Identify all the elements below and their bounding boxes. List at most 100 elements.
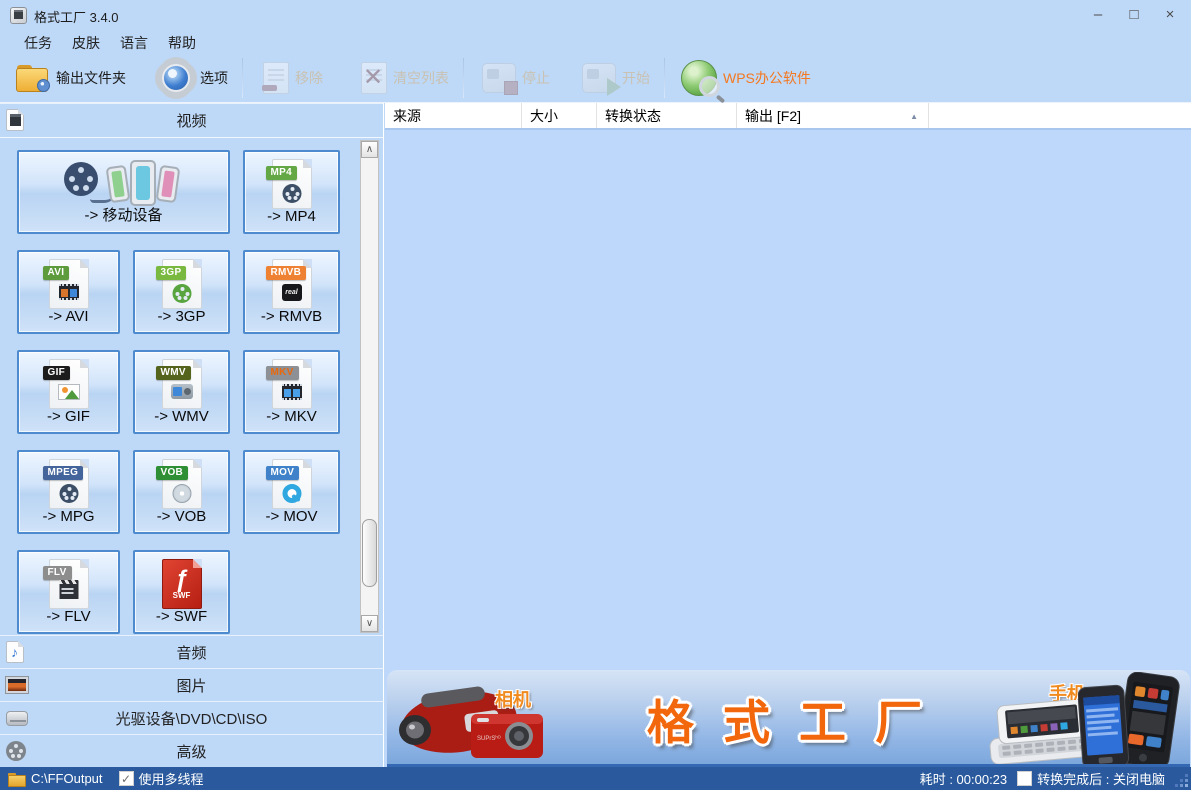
mp4-file-icon: MP4 — [264, 158, 320, 210]
format-button-rmvb[interactable]: RMVBreal -> RMVB — [243, 250, 340, 334]
menu-skin[interactable]: 皮肤 — [62, 30, 110, 54]
menu-language[interactable]: 语言 — [110, 30, 158, 54]
output-folder-icon — [16, 65, 50, 91]
resize-grip[interactable] — [1176, 775, 1188, 787]
mpg-file-icon: MPEG — [41, 458, 97, 510]
column-filler — [929, 103, 1191, 128]
options-gear-icon — [158, 60, 194, 96]
vob-file-icon: VOB — [154, 458, 210, 510]
format-button-mp4[interactable]: MP4 -> MP4 — [243, 150, 340, 234]
format-button-gif[interactable]: GIF -> GIF — [17, 350, 120, 434]
format-button-mpg[interactable]: MPEG -> MPG — [17, 450, 120, 534]
format-button-3gp[interactable]: 3GP -> 3GP — [133, 250, 230, 334]
multithread-label[interactable]: 使用多线程 — [139, 769, 204, 788]
column-status[interactable]: 转换状态 — [597, 103, 737, 128]
advanced-section-icon — [6, 741, 26, 761]
swf-file-icon: ƒ SWF — [154, 558, 210, 610]
menu-task[interactable]: 任务 — [14, 30, 62, 54]
3gp-file-icon: 3GP — [154, 258, 210, 310]
shutdown-checkbox[interactable] — [1017, 771, 1032, 786]
column-output[interactable]: 输出 [F2] ▲ — [737, 103, 929, 128]
stop-button[interactable]: 停止 — [474, 56, 558, 100]
remove-icon — [263, 62, 289, 94]
format-button-avi[interactable]: AVI -> AVI — [17, 250, 120, 334]
task-list-header: 来源 大小 转换状态 输出 [F2] ▲ — [385, 103, 1191, 130]
scroll-down-button[interactable]: ∨ — [361, 615, 378, 632]
multithread-checkbox[interactable]: ✓ — [119, 771, 134, 786]
rmvb-file-icon: RMVBreal — [264, 258, 320, 310]
format-button-vob[interactable]: VOB -> VOB — [133, 450, 230, 534]
compact-camera-image: SUPrSʰᴼ — [469, 708, 545, 760]
gif-file-icon: GIF — [41, 358, 97, 410]
menu-bar: 任务 皮肤 语言 帮助 — [0, 30, 1191, 54]
picture-section-icon — [6, 677, 28, 693]
wps-label: WPS办公软件 — [723, 68, 811, 88]
video-section-label: 视频 — [176, 110, 206, 131]
app-icon — [10, 7, 27, 24]
task-list-empty-area[interactable] — [385, 132, 1191, 670]
scrollbar-thumb[interactable] — [362, 519, 377, 587]
formats-scrollbar[interactable]: ∧ ∨ — [360, 140, 379, 633]
sidebar-section-video[interactable]: 视频 — [0, 103, 383, 136]
flv-file-icon: FLV — [41, 558, 97, 610]
output-path-folder-icon[interactable] — [8, 773, 24, 785]
clear-list-icon: ✕ — [361, 62, 387, 94]
smartphones-image — [1078, 672, 1190, 767]
title-bar: 格式工厂 3.4.0 – □ × — [0, 0, 1191, 30]
video-section-icon — [6, 109, 24, 131]
format-factory-logo: 格 式 工 厂 — [647, 684, 930, 753]
toolbar: 输出文件夹 选项 移除 ✕ 清空列表 停止 开始 WPS办公软件 — [0, 54, 1191, 103]
format-button-flv[interactable]: FLV -> FLV — [17, 550, 120, 634]
advanced-section-label: 高级 — [176, 741, 206, 762]
mov-file-icon: MOV — [264, 458, 320, 510]
wps-office-button[interactable]: WPS办公软件 — [673, 56, 819, 100]
status-bar: C:\FFOutput ✓ 使用多线程 耗时 : 00:00:23 转换完成后 … — [0, 767, 1191, 790]
format-button-mkv[interactable]: MKV -> MKV — [243, 350, 340, 434]
toolbar-separator — [463, 58, 464, 98]
svg-text:SUPrSʰᴼ: SUPrSʰᴼ — [477, 735, 501, 742]
main-panel: 来源 大小 转换状态 输出 [F2] ▲ SONY 相机 — [385, 103, 1191, 767]
format-button-mobile-device[interactable]: -> 移动设备 — [17, 150, 230, 234]
rom-section-label: 光驱设备\DVD\CD\ISO — [116, 708, 268, 729]
sidebar-section-rom-device[interactable]: 光驱设备\DVD\CD\ISO — [0, 701, 383, 734]
output-folder-button[interactable]: 输出文件夹 — [8, 56, 134, 100]
wmv-file-icon: WMV — [154, 358, 210, 410]
video-formats-panel: -> 移动设备 MP4 -> MP4 AVI -> AVI 3GP -> 3GP — [0, 137, 383, 635]
sidebar: 视频 -> 移动设备 MP4 -> MP4 AVI — [0, 103, 384, 767]
shutdown-label[interactable]: 转换完成后 : 关闭电脑 — [1037, 769, 1165, 788]
picture-section-label: 图片 — [176, 675, 206, 696]
remove-button[interactable]: 移除 — [255, 56, 331, 100]
minimize-button[interactable]: – — [1085, 2, 1111, 26]
sort-ascending-icon: ▲ — [910, 112, 918, 121]
elapsed-time: 耗时 : 00:00:23 — [920, 769, 1007, 788]
menu-help[interactable]: 帮助 — [158, 30, 206, 54]
audio-section-label: 音频 — [176, 642, 206, 663]
mobile-device-icon — [64, 156, 184, 210]
disc-drive-icon — [6, 711, 28, 726]
options-button[interactable]: 选项 — [150, 56, 236, 100]
clear-list-button[interactable]: ✕ 清空列表 — [353, 56, 457, 100]
output-path[interactable]: C:\FFOutput — [31, 771, 103, 786]
scroll-up-button[interactable]: ∧ — [361, 141, 378, 158]
audio-section-icon — [6, 641, 24, 663]
format-button-wmv[interactable]: WMV -> WMV — [133, 350, 230, 434]
close-button[interactable]: × — [1157, 2, 1183, 26]
format-button-mov[interactable]: MOV -> MOV — [243, 450, 340, 534]
column-source[interactable]: 来源 — [385, 103, 522, 128]
window-title: 格式工厂 3.4.0 — [34, 7, 119, 26]
start-icon — [582, 63, 616, 93]
mkv-file-icon: MKV — [264, 358, 320, 410]
sidebar-section-audio[interactable]: 音频 — [0, 635, 383, 668]
wps-globe-icon — [681, 60, 717, 96]
avi-file-icon: AVI — [41, 258, 97, 310]
sidebar-section-advanced[interactable]: 高级 — [0, 734, 383, 767]
sidebar-section-picture[interactable]: 图片 — [0, 668, 383, 701]
stop-icon — [482, 63, 516, 93]
toolbar-separator — [242, 58, 243, 98]
column-size[interactable]: 大小 — [522, 103, 597, 128]
start-button[interactable]: 开始 — [574, 56, 658, 100]
format-button-swf[interactable]: ƒ SWF -> SWF — [133, 550, 230, 634]
bottom-banner: SONY 相机 SUPrSʰᴼ 格 式 工 厂 手机 — [387, 670, 1190, 767]
maximize-button[interactable]: □ — [1121, 2, 1147, 26]
toolbar-separator — [664, 58, 665, 98]
